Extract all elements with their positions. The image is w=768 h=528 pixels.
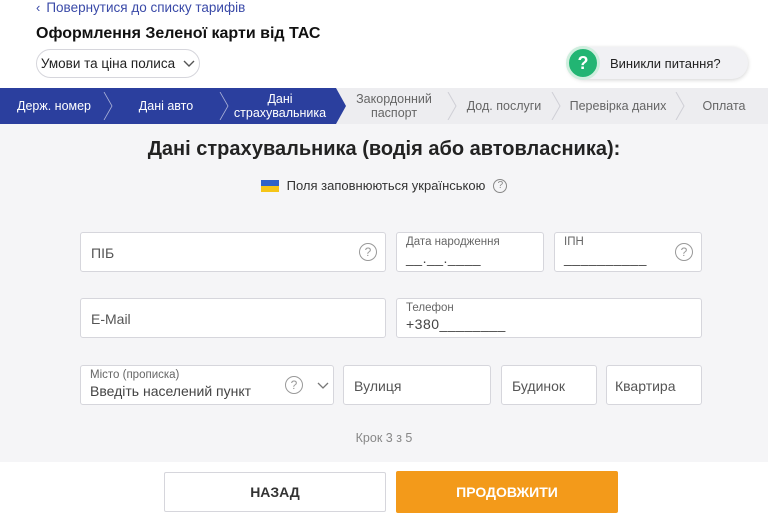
apartment-input[interactable]: Квартира — [606, 365, 702, 405]
step-label: Дод. послуги — [466, 99, 542, 113]
step-separator-icon — [219, 92, 229, 120]
step-data-check[interactable]: Перевірка даних — [556, 88, 685, 124]
email-input[interactable]: E-Mail — [80, 298, 386, 338]
step-separator-icon — [551, 92, 561, 120]
birth-date-mask: __.__.____ — [406, 250, 482, 266]
birth-date-input[interactable]: Дата народження __.__.____ — [396, 232, 544, 272]
back-link-label: Повернутися до списку тарифів — [46, 0, 246, 15]
header: ‹ Повернутися до списку тарифів Оформлен… — [0, 0, 768, 88]
phone-mask: +380________ — [406, 316, 506, 332]
house-placeholder: Будинок — [512, 378, 566, 394]
pib-input[interactable]: ПІБ ? — [80, 232, 386, 272]
conditions-label: Умови та ціна полиса — [40, 56, 176, 71]
back-button[interactable]: НАЗАД — [164, 472, 386, 512]
step-label: Закордонний паспорт — [356, 92, 432, 120]
step-plate-number[interactable]: Держ. номер — [0, 88, 118, 124]
step-insurer-data[interactable]: Дані страхувальника — [224, 88, 346, 124]
birth-date-label: Дата народження — [406, 236, 500, 248]
question-icon: ? — [566, 46, 600, 80]
progress-steps: Держ. номер Дані авто Дані страхувальник… — [0, 88, 768, 124]
back-to-tariffs-link[interactable]: ‹ Повернутися до списку тарифів — [36, 0, 245, 15]
step-car-data[interactable]: Дані авто — [108, 88, 234, 124]
chevron-down-icon[interactable] — [317, 382, 329, 390]
question-icon[interactable]: ? — [285, 376, 303, 394]
continue-button[interactable]: ПРОДОВЖИТИ — [396, 471, 618, 513]
street-placeholder: Вулиця — [354, 378, 402, 394]
phone-label: Телефон — [406, 302, 454, 314]
question-icon[interactable]: ? — [493, 178, 508, 193]
language-note: Поля заповнюються українською ? — [0, 178, 768, 193]
language-note-text: Поля заповнюються українською — [286, 178, 486, 193]
step-label: Держ. номер — [16, 99, 92, 113]
question-icon[interactable]: ? — [359, 243, 377, 261]
step-separator-icon — [447, 92, 457, 120]
step-separator-icon — [675, 92, 685, 120]
step-separator-icon — [103, 92, 113, 120]
page-title: Оформлення Зеленої карти від ТАС — [36, 25, 321, 42]
step-label: Перевірка даних — [569, 99, 667, 113]
house-input[interactable]: Будинок — [501, 365, 597, 405]
conditions-price-button[interactable]: Умови та ціна полиса — [36, 49, 200, 78]
ukraine-flag-icon — [260, 179, 279, 192]
help-button[interactable]: ? Виникли питання? — [566, 46, 748, 80]
step-label: Дані страхувальника — [233, 92, 327, 120]
pib-placeholder: ПІБ — [91, 245, 115, 261]
ipn-input[interactable]: ІПН __________ ? — [554, 232, 702, 272]
step-extra-services[interactable]: Дод. послуги — [452, 88, 561, 124]
form-title: Дані страхувальника (водія або автовласн… — [147, 138, 621, 160]
ipn-label: ІПН — [564, 236, 584, 248]
step-label: Дані авто — [138, 99, 194, 113]
step-counter: Крок 3 з 5 — [355, 431, 413, 445]
apartment-placeholder: Квартира — [615, 378, 676, 394]
step-payment[interactable]: Оплата — [680, 88, 768, 124]
chevron-down-icon — [183, 60, 195, 67]
step-label: Оплата — [702, 99, 746, 113]
city-label: Місто (прописка) — [90, 369, 180, 381]
email-placeholder: E-Mail — [91, 311, 131, 327]
street-input[interactable]: Вулиця — [343, 365, 491, 405]
city-placeholder: Введіть населений пункт — [90, 383, 252, 399]
ipn-mask: __________ — [564, 250, 647, 266]
help-label: Виникли питання? — [610, 55, 721, 71]
question-icon[interactable]: ? — [675, 243, 693, 261]
phone-input[interactable]: Телефон +380________ — [396, 298, 702, 338]
city-select[interactable]: Місто (прописка) Введіть населений пункт… — [80, 365, 334, 405]
footer-actions: НАЗАД ПРОДОВЖИТИ — [0, 462, 768, 528]
step-passport[interactable]: Закордонний паспорт — [336, 88, 457, 124]
form-area: Дані страхувальника (водія або автовласн… — [0, 124, 768, 462]
chevron-left-icon: ‹ — [36, 0, 41, 15]
